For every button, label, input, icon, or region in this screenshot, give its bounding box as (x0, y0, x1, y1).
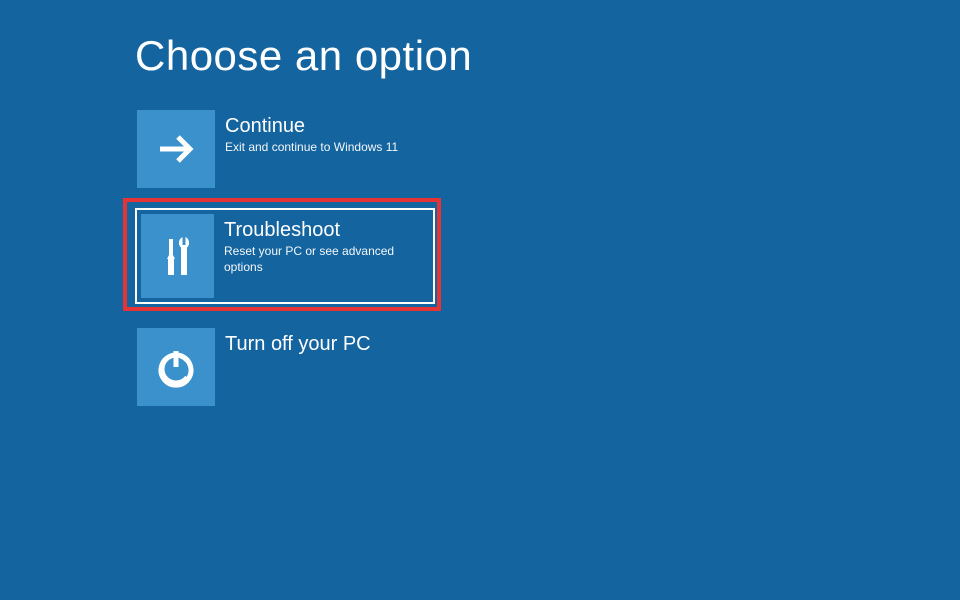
recovery-options-screen: Choose an option Continue Exit and conti… (0, 0, 960, 408)
option-troubleshoot-text: Troubleshoot Reset your PC or see advanc… (214, 214, 429, 275)
option-turnoff-wrapper: Turn off your PC (135, 326, 960, 408)
option-continue-button[interactable]: Continue Exit and continue to Windows 11 (135, 108, 435, 190)
option-turnoff-text: Turn off your PC (215, 328, 433, 358)
power-icon (137, 328, 215, 406)
page-title: Choose an option (135, 32, 960, 80)
option-continue-title: Continue (225, 114, 433, 138)
option-troubleshoot-title: Troubleshoot (224, 218, 429, 242)
option-continue-subtitle: Exit and continue to Windows 11 (225, 140, 433, 156)
option-troubleshoot-button[interactable]: Troubleshoot Reset your PC or see advanc… (135, 208, 435, 304)
arrow-right-icon (137, 110, 215, 188)
option-turnoff-button[interactable]: Turn off your PC (135, 326, 435, 408)
option-turnoff-title: Turn off your PC (225, 332, 433, 356)
tools-icon (141, 214, 214, 298)
option-continue-text: Continue Exit and continue to Windows 11 (215, 110, 433, 156)
option-troubleshoot-subtitle: Reset your PC or see advanced options (224, 244, 429, 275)
option-continue-wrapper: Continue Exit and continue to Windows 11 (135, 108, 960, 190)
option-troubleshoot-wrapper: Troubleshoot Reset your PC or see advanc… (135, 208, 960, 304)
